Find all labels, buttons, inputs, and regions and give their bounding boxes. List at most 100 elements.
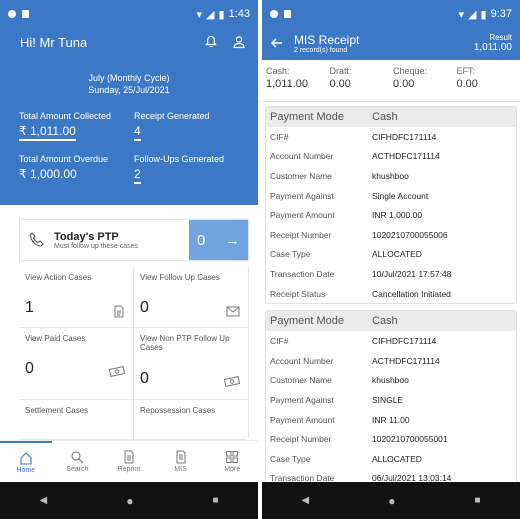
home-nav-icon[interactable]: ●	[388, 494, 395, 508]
total-value: 0.00	[329, 78, 351, 90]
total-value: 0.00	[456, 78, 478, 90]
field-label: Receipt Number	[270, 229, 332, 240]
view-follow-up-cases-tile[interactable]: View Follow Up Cases 0	[134, 267, 249, 328]
field-value: Cancellation Initiated	[372, 288, 451, 299]
total-eft: EFT: 0.00	[455, 66, 519, 101]
status-bar: ▾ ◢ ▮ 1:43	[0, 0, 258, 28]
receipt-generated-value[interactable]: 4	[134, 124, 141, 141]
tab-home[interactable]: Home	[0, 441, 52, 482]
recents-nav-icon[interactable]: ■	[474, 495, 480, 506]
receipt-card[interactable]: Payment Mode Cash CIF# CIFHDFC171114 Accou…	[265, 106, 517, 305]
tab-label: Reprint	[117, 466, 141, 473]
receipt-row: Account Number ACTHDFC171114	[266, 147, 516, 167]
field-label: Payment Amount	[270, 210, 335, 221]
search-icon	[71, 451, 84, 464]
tile-label: View Follow Up Cases	[140, 273, 220, 282]
tile-label: View Paid Cases	[25, 334, 86, 343]
cycle-date: Sunday, 25/Jul/2021	[88, 85, 170, 95]
ptp-count: 0	[197, 231, 206, 249]
field-label: Payment Against	[270, 190, 334, 201]
tile-count: 1	[25, 299, 34, 316]
cash-icon	[109, 366, 125, 377]
battery-icon: ▮	[480, 8, 487, 21]
profile-icon[interactable]	[232, 35, 246, 49]
settlement-cases-tile[interactable]: Settlement Cases	[19, 400, 134, 440]
tile-label: Repossession Cases	[140, 406, 216, 415]
battery-icon: ▮	[218, 8, 225, 21]
field-value: SINGLE	[372, 394, 404, 405]
tab-search[interactable]: Search	[52, 441, 104, 482]
todays-ptp-card[interactable]: Today's PTP Must follow up these cases 0…	[19, 219, 249, 261]
cash-icon	[224, 376, 240, 387]
summary-panel: July (Monthly Cycle) Sunday, 25/Jul/2021…	[0, 56, 258, 206]
ptp-count-panel[interactable]: 0 →	[189, 220, 248, 260]
view-paid-cases-tile[interactable]: View Paid Cases 0	[19, 328, 134, 400]
overdue-value: ₹ 1,000.00	[19, 167, 77, 181]
tab-label: Home	[16, 467, 36, 474]
field-value: INR 1,000.00	[372, 210, 423, 221]
total-value: 1,011.00	[266, 78, 309, 90]
field-label: Customer Name	[270, 375, 332, 386]
field-label: Case Type	[270, 249, 311, 260]
total-value: 0.00	[393, 78, 415, 90]
repossession-cases-tile[interactable]: Repossession Cases	[134, 400, 249, 440]
system-nav-bar: ◀ ● ■	[262, 482, 520, 519]
view-action-cases-tile[interactable]: View Action Cases 1	[19, 267, 134, 328]
receipt-row: Payment Against Single Account	[266, 186, 516, 206]
tab-more[interactable]: More	[206, 441, 258, 482]
tile-count: 0	[140, 370, 149, 387]
total-cheque: Cheque: 0.00	[391, 66, 455, 101]
field-label: Account Number	[270, 355, 334, 366]
envelope-icon	[226, 306, 240, 317]
receipt-card[interactable]: Payment Mode Cash CIF# CIFHDFC171114 Accou…	[265, 310, 517, 490]
cases-card: Today's PTP Must follow up these cases 0…	[7, 205, 251, 440]
greeting-title: Hi! Mr Tuna	[20, 34, 88, 50]
back-arrow-icon[interactable]	[270, 36, 284, 50]
status-bar: ▾ ◢ ▮ 9:37	[262, 0, 520, 28]
field-value: 1020210700055001	[372, 434, 448, 445]
field-label: Payment Against	[270, 394, 334, 405]
bell-icon[interactable]	[204, 35, 218, 49]
field-label: Customer Name	[270, 170, 332, 181]
signal-icon: ◢	[468, 8, 477, 21]
status-dot-icon	[270, 10, 278, 18]
tab-label: Search	[66, 466, 89, 473]
recents-nav-icon[interactable]: ■	[212, 495, 218, 506]
mis-header-panel: ▾ ◢ ▮ 9:37 MIS Receipt 2 record(s) found…	[262, 0, 520, 60]
payment-mode-value: Cash	[372, 315, 398, 328]
tile-label: View Non PTP Follow Up Cases	[140, 334, 230, 352]
arrow-right-icon[interactable]: →	[225, 232, 240, 249]
receipt-row: Payment Amount INR 11.00	[266, 410, 516, 430]
receipt-header: Payment Mode Cash	[266, 311, 516, 332]
status-time: 1:43	[228, 8, 250, 20]
payment-mode-label: Payment Mode	[270, 315, 344, 328]
total-label: EFT:	[456, 66, 476, 76]
document-icon	[114, 305, 124, 318]
collected-value[interactable]: ₹ 1,011.00	[19, 124, 76, 141]
payment-mode-label: Payment Mode	[270, 111, 344, 123]
sim-icon	[22, 10, 29, 18]
tab-label: More	[224, 466, 241, 473]
receipt-row: Customer Name khushboo	[266, 166, 516, 186]
receipt-row: Case Type ALLOCATED	[266, 449, 516, 469]
ptp-subtitle: Must follow up these cases	[54, 242, 139, 250]
overdue-label: Total Amount Overdue	[19, 154, 109, 164]
back-nav-icon[interactable]: ◀	[302, 495, 310, 506]
field-value: 10/Jul/2021 17:57:48	[372, 268, 452, 279]
payment-totals: Cash: 1,011.00 Draft: 0.00 Cheque: 0.00 EFT…	[262, 60, 520, 102]
field-value: INR 11.00	[372, 414, 410, 425]
total-label: Draft:	[329, 66, 352, 76]
grid-icon	[226, 451, 239, 463]
wifi-icon: ▾	[458, 8, 465, 21]
followups-value[interactable]: 2	[134, 167, 141, 184]
system-nav-bar: ◀ ● ■	[0, 482, 258, 519]
total-label: Cash:	[266, 66, 290, 76]
tab-reprint[interactable]: Reprint	[103, 441, 155, 482]
receipt-row: Transaction Date 10/Jul/2021 17:57:48	[266, 264, 516, 284]
view-non-ptp-follow-up-tile[interactable]: View Non PTP Follow Up Cases 0	[134, 328, 249, 400]
home-nav-icon[interactable]: ●	[126, 494, 133, 508]
field-value: khushboo	[372, 375, 409, 386]
tab-mis[interactable]: MIS	[155, 441, 207, 482]
receipt-row: CIF# CIFHDFC171114	[266, 331, 516, 351]
back-nav-icon[interactable]: ◀	[40, 495, 48, 506]
